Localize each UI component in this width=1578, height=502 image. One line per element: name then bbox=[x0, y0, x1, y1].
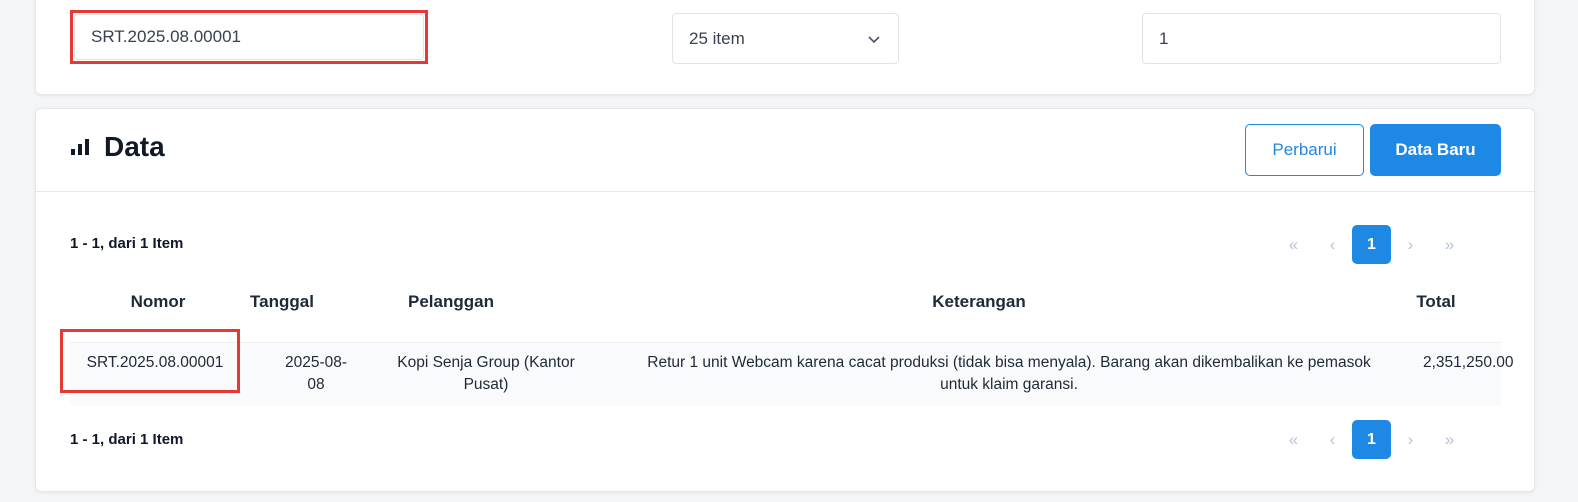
next-page-button[interactable]: › bbox=[1391, 225, 1430, 264]
refresh-button[interactable]: Perbarui bbox=[1245, 124, 1364, 176]
column-header-pelanggan[interactable]: Pelanggan bbox=[351, 292, 551, 312]
column-header-tanggal[interactable]: Tanggal bbox=[232, 292, 332, 312]
bar-chart-icon bbox=[71, 139, 89, 155]
pagination-bottom: « ‹ 1 › » bbox=[1274, 420, 1469, 459]
pagination-top: « ‹ 1 › » bbox=[1274, 225, 1469, 264]
last-page-button[interactable]: » bbox=[1430, 225, 1469, 264]
page-button-current[interactable]: 1 bbox=[1352, 420, 1391, 459]
cell-total: 2,351,250.00 bbox=[1423, 354, 1514, 371]
cell-pelanggan-line2: Pusat) bbox=[463, 376, 509, 393]
page-size-select[interactable]: 25 item bbox=[672, 13, 899, 64]
first-page-button[interactable]: « bbox=[1274, 420, 1313, 459]
first-page-button[interactable]: « bbox=[1274, 225, 1313, 264]
filter-card: SRT.2025.08.00001 25 item 1 bbox=[35, 0, 1535, 95]
cell-pelanggan-line1: Kopi Senja Group (Kantor bbox=[397, 354, 575, 371]
page-number-value: 1 bbox=[1159, 28, 1169, 48]
range-text-bottom: 1 - 1, dari 1 Item bbox=[70, 431, 184, 448]
cell-keterangan-line1: Retur 1 unit Webcam karena cacat produks… bbox=[647, 354, 1371, 371]
section-title-text: Data bbox=[104, 131, 165, 162]
prev-page-button[interactable]: ‹ bbox=[1313, 420, 1352, 459]
next-page-button[interactable]: › bbox=[1391, 420, 1430, 459]
range-text-top: 1 - 1, dari 1 Item bbox=[70, 235, 184, 252]
prev-page-button[interactable]: ‹ bbox=[1313, 225, 1352, 264]
new-data-button[interactable]: Data Baru bbox=[1370, 124, 1501, 176]
last-page-button[interactable]: » bbox=[1430, 420, 1469, 459]
column-header-keterangan[interactable]: Keterangan bbox=[579, 292, 1379, 312]
table-row[interactable]: SRT.2025.08.00001 2025-08- 08 Kopi Senja… bbox=[70, 342, 1514, 406]
page-button-current[interactable]: 1 bbox=[1352, 225, 1391, 264]
search-highlight-box bbox=[70, 10, 428, 64]
data-card-header: Data Perbarui Data Baru bbox=[36, 109, 1534, 192]
column-header-nomor[interactable]: Nomor bbox=[108, 292, 208, 312]
page-size-value: 25 item bbox=[689, 28, 745, 48]
nomor-highlight-box bbox=[60, 329, 240, 393]
page-number-input[interactable]: 1 bbox=[1142, 13, 1501, 64]
cell-keterangan-line2: untuk klaim garansi. bbox=[940, 376, 1078, 393]
section-title: Data bbox=[70, 131, 165, 163]
column-header-total[interactable]: Total bbox=[1386, 292, 1486, 312]
chevron-down-icon bbox=[868, 35, 880, 43]
data-card: Data Perbarui Data Baru 1 - 1, dari 1 It… bbox=[35, 108, 1535, 492]
